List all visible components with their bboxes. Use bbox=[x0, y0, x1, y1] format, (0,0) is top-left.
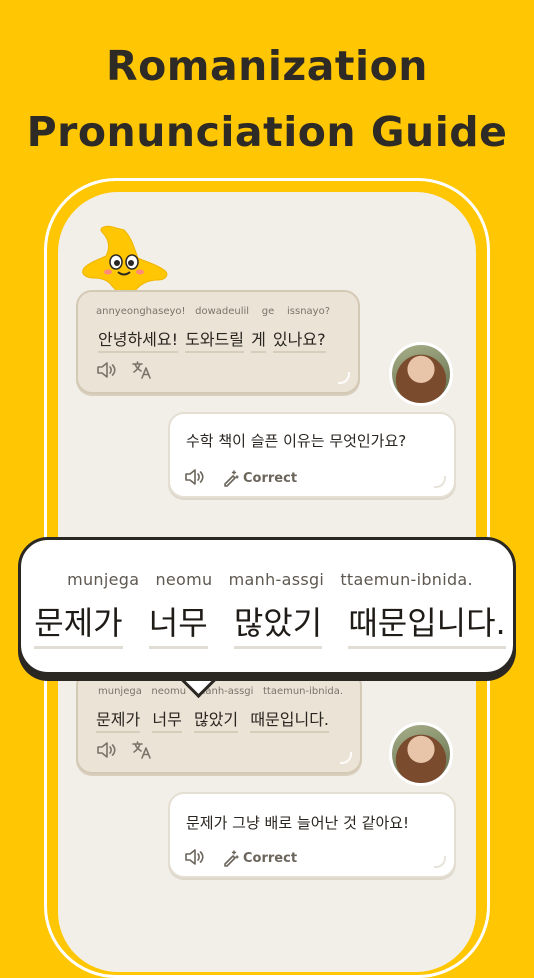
popup-word[interactable]: 문제가 bbox=[34, 598, 123, 649]
bubble-corner-deco bbox=[434, 476, 446, 488]
hangul-line: 문제가 너무 많았기 때문입니다. bbox=[96, 706, 331, 733]
magic-pen-icon bbox=[224, 470, 239, 487]
headline-line-2: Pronunciation Guide bbox=[26, 108, 508, 156]
bubble-corner-deco bbox=[338, 372, 350, 384]
message-text: 문제가 그냥 배로 늘어난 것 같아요! bbox=[186, 814, 410, 832]
word[interactable]: 게 bbox=[251, 326, 266, 353]
hangul-line: 안녕하세요! 도와드릴 게 있나요? bbox=[98, 326, 328, 353]
word[interactable]: 있나요? bbox=[272, 326, 326, 353]
romanization-popup: munjega neomu manh-assgi ttaemun-ibnida.… bbox=[18, 537, 516, 675]
word[interactable]: 문제가 bbox=[96, 706, 141, 733]
word[interactable]: 너무 bbox=[152, 706, 182, 733]
speaker-icon[interactable] bbox=[96, 742, 116, 758]
bot-message-2: munjega neomu manh-assgi ttaemun-ibnida.… bbox=[76, 670, 362, 774]
romanization-line: annyeonghaseyo! dowadeulil ge issnayo? bbox=[96, 306, 331, 317]
user-message-1: 수학 책이 슬픈 이유는 무엇인가요? Correct bbox=[168, 412, 456, 498]
word[interactable]: 많았기 bbox=[193, 706, 239, 733]
speaker-icon[interactable] bbox=[184, 469, 204, 485]
popup-word[interactable]: 많았기 bbox=[233, 598, 323, 649]
word[interactable]: 안녕하세요! bbox=[98, 326, 179, 353]
translate-icon[interactable] bbox=[132, 741, 152, 759]
bot-message-1: annyeonghaseyo! dowadeulil ge issnayo? 안… bbox=[76, 290, 360, 394]
correct-button[interactable]: Correct bbox=[222, 469, 297, 487]
speaker-icon[interactable] bbox=[184, 849, 204, 865]
bubble-corner-deco bbox=[434, 856, 446, 868]
user-message-2: 문제가 그냥 배로 늘어난 것 같아요! Correct bbox=[168, 792, 456, 878]
romanization-line: munjega neomu manh-assgi ttaemun-ibnida. bbox=[98, 686, 344, 697]
correct-button[interactable]: Correct bbox=[222, 849, 297, 867]
word[interactable]: 때문입니다. bbox=[250, 706, 329, 733]
popup-word[interactable]: 때문입니다. bbox=[348, 598, 506, 649]
translate-icon[interactable] bbox=[132, 361, 152, 379]
popup-romanization: munjega neomu manh-assgi ttaemun-ibnida. bbox=[67, 570, 473, 589]
popup-hangul: 문제가 너무 많았기 때문입니다. bbox=[21, 598, 519, 649]
bubble-corner-deco bbox=[340, 752, 352, 764]
magic-pen-icon bbox=[224, 850, 239, 867]
message-text: 수학 책이 슬픈 이유는 무엇인가요? bbox=[186, 432, 407, 450]
word[interactable]: 도와드릴 bbox=[185, 326, 244, 353]
popup-word[interactable]: 너무 bbox=[148, 598, 208, 649]
user-avatar bbox=[389, 722, 453, 786]
user-avatar bbox=[389, 342, 453, 406]
speaker-icon[interactable] bbox=[96, 362, 116, 378]
headline-line-1: Romanization bbox=[106, 42, 428, 90]
mascot-star-icon bbox=[82, 225, 168, 293]
